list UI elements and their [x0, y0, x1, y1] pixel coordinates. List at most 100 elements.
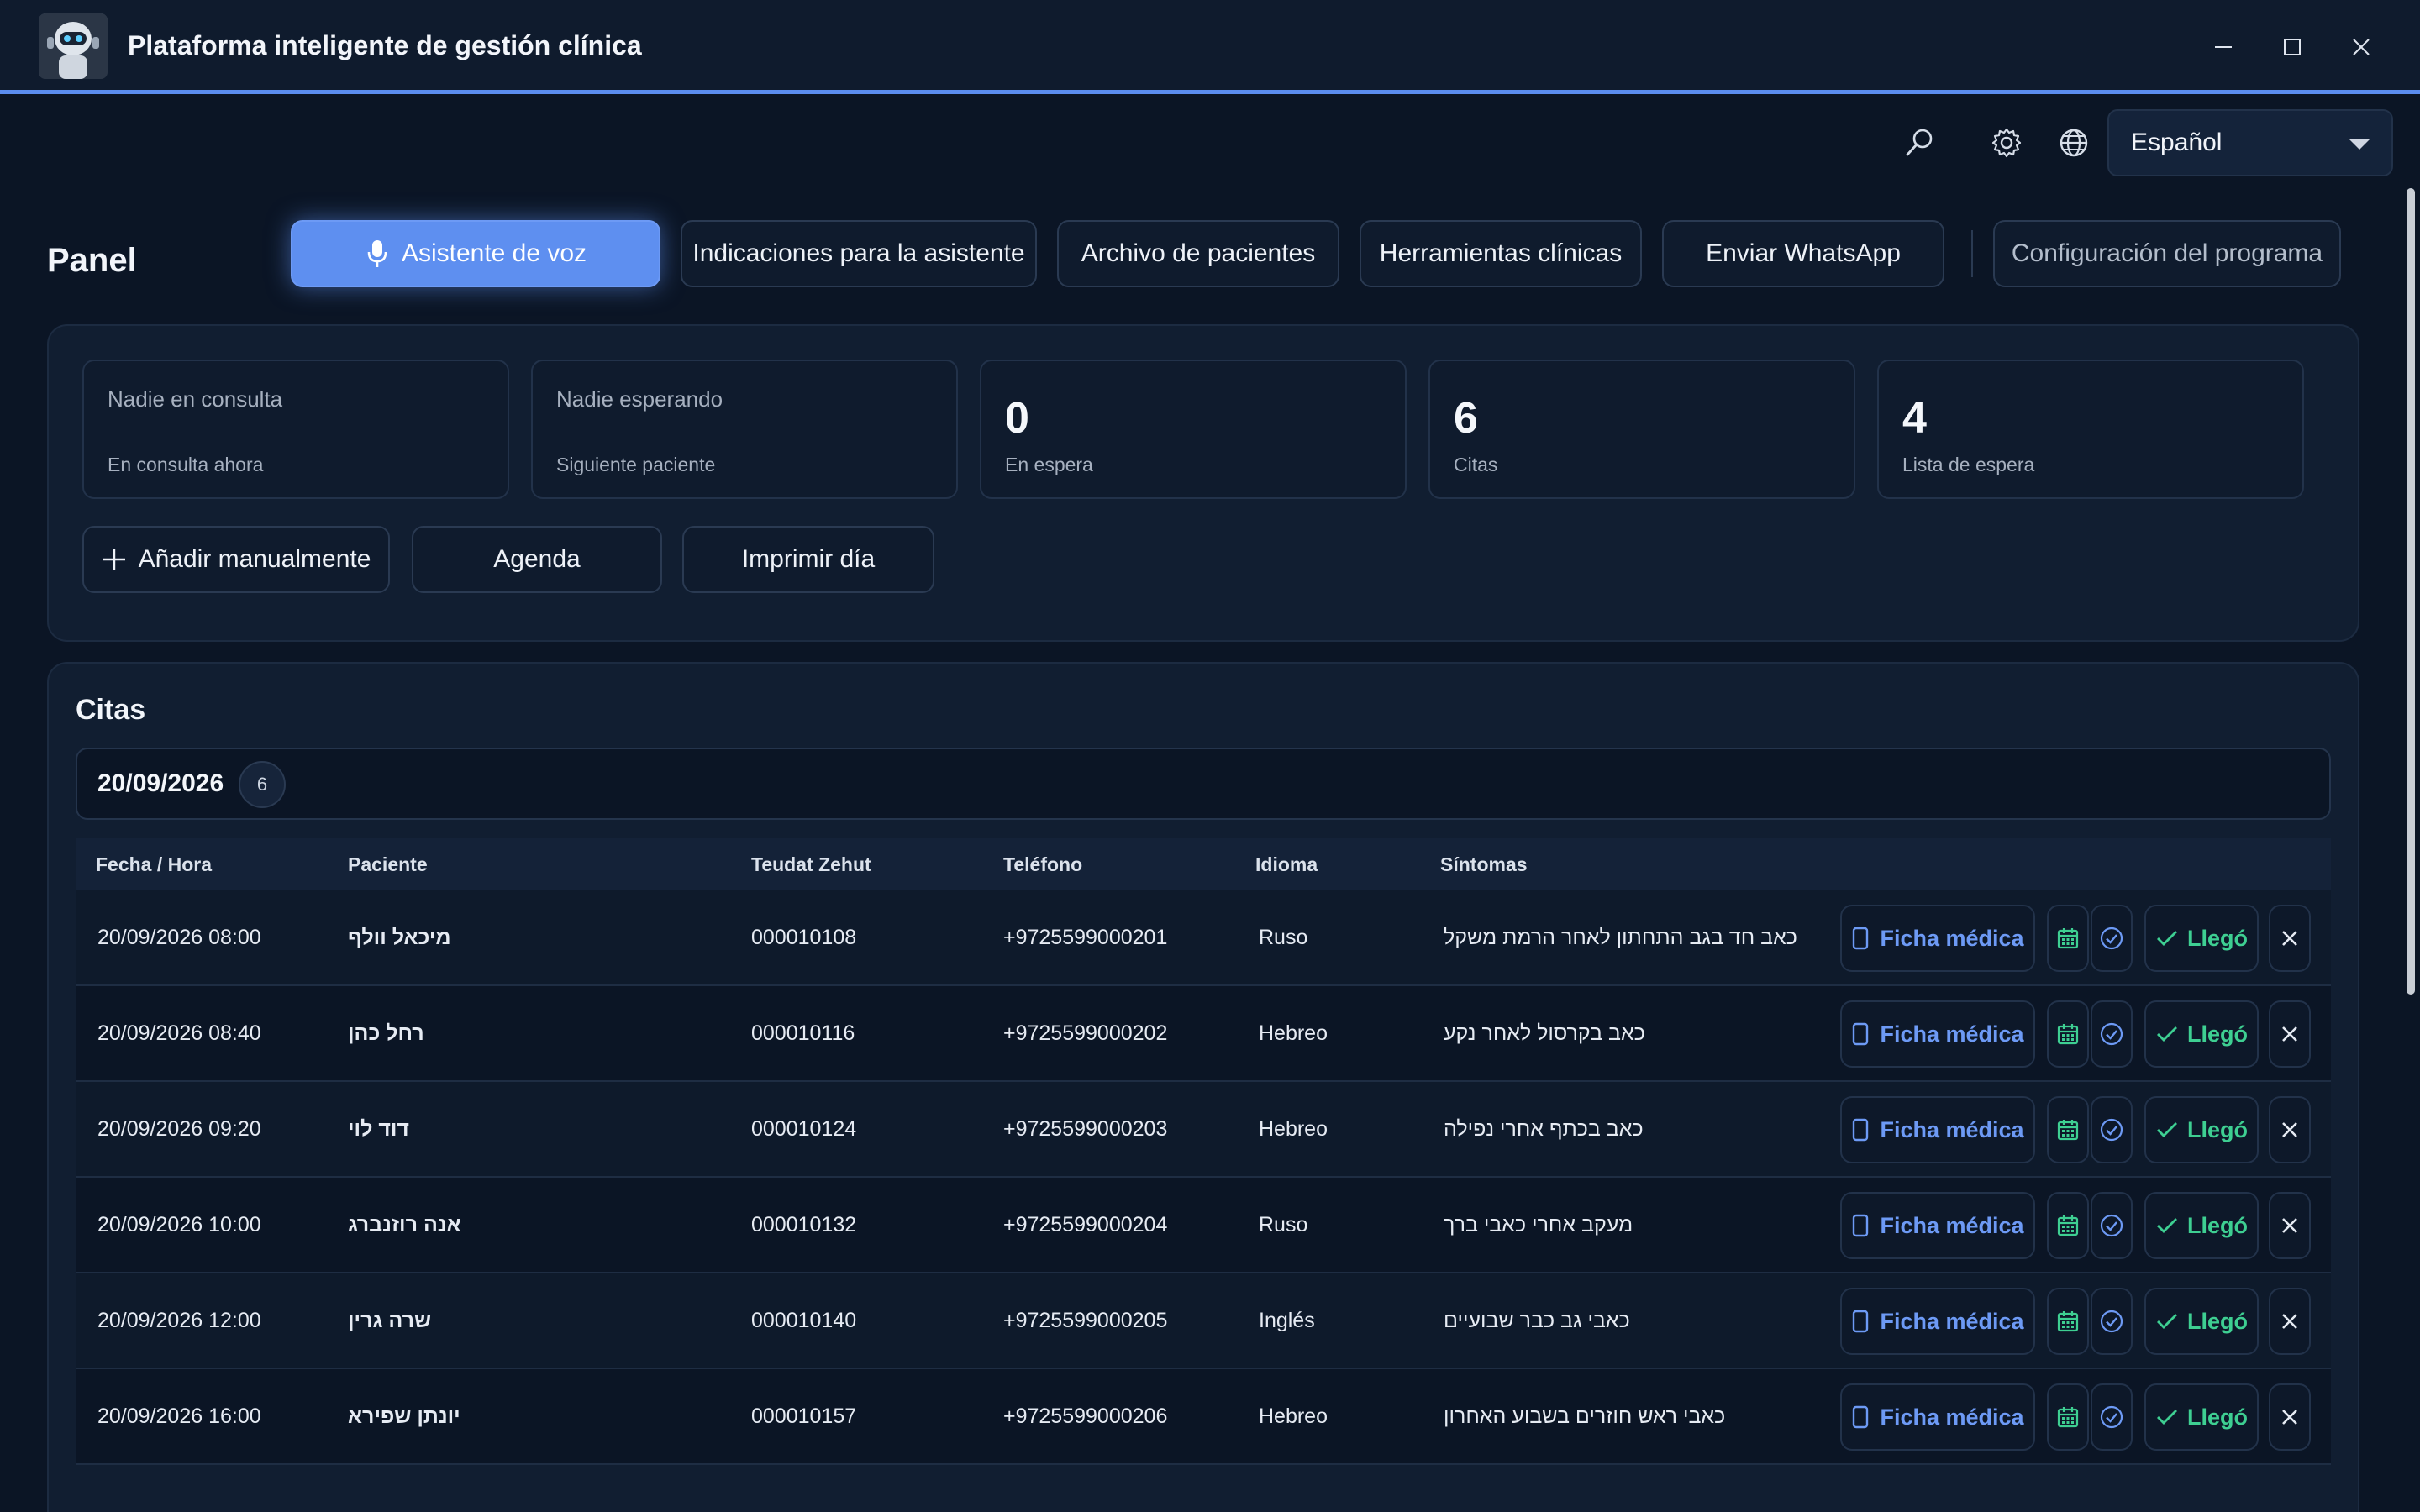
arrived-button[interactable]: Llegó: [2144, 905, 2259, 972]
reschedule-button[interactable]: [2047, 1288, 2089, 1355]
arrived-button[interactable]: Llegó: [2144, 1383, 2259, 1451]
medical-record-label: Ficha médica: [1880, 925, 2024, 951]
close-icon: [2282, 1410, 2297, 1425]
reschedule-button[interactable]: [2047, 905, 2089, 972]
search-button[interactable]: [1894, 118, 1944, 168]
cell-teudat-zehut: 000010124: [751, 1117, 857, 1141]
minimize-button[interactable]: [2196, 20, 2250, 74]
medical-record-button[interactable]: Ficha médica: [1840, 1000, 2035, 1068]
stat-card-next-patient: Nadie esperando Siguiente paciente: [531, 360, 958, 499]
cancel-appointment-button[interactable]: [2269, 905, 2311, 972]
reschedule-button[interactable]: [2047, 1383, 2089, 1451]
cancel-appointment-button[interactable]: [2269, 1383, 2311, 1451]
waiting-count: 0: [1005, 394, 1029, 443]
medical-record-button[interactable]: Ficha médica: [1840, 1288, 2035, 1355]
cancel-appointment-button[interactable]: [2269, 1192, 2311, 1259]
cancel-appointment-button[interactable]: [2269, 1288, 2311, 1355]
confirm-button[interactable]: [2091, 1192, 2133, 1259]
column-header-patient[interactable]: Paciente: [348, 853, 428, 876]
check-icon: [2157, 931, 2177, 946]
language-button[interactable]: [2049, 118, 2099, 168]
stat-card-waitlist: 4 Lista de espera: [1877, 360, 2304, 499]
cell-datetime: 20/09/2026 10:00: [97, 1213, 261, 1236]
arrived-button[interactable]: Llegó: [2144, 1192, 2259, 1259]
check-icon: [2157, 1314, 2177, 1329]
confirm-button[interactable]: [2091, 1383, 2133, 1451]
close-window-button[interactable]: [2334, 20, 2388, 74]
in-consult-label: En consulta ahora: [108, 454, 264, 475]
close-icon: [2282, 1218, 2297, 1233]
cell-datetime: 20/09/2026 08:40: [97, 1021, 261, 1045]
cell-teudat-zehut: 000010140: [751, 1309, 857, 1332]
close-icon: [2282, 1314, 2297, 1329]
column-header-language[interactable]: Idioma: [1255, 853, 1318, 876]
confirm-button[interactable]: [2091, 1000, 2133, 1068]
language-select[interactable]: Español: [2107, 109, 2393, 176]
reschedule-button[interactable]: [2047, 1000, 2089, 1068]
column-header-id[interactable]: Teudat Zehut: [751, 853, 871, 876]
medical-record-button[interactable]: Ficha médica: [1840, 1383, 2035, 1451]
cell-phone: +9725599000201: [1003, 926, 1168, 949]
check-icon: [2157, 1410, 2177, 1425]
cell-patient-name: דוד לוי: [348, 1117, 409, 1141]
patient-archive-button[interactable]: Archivo de pacientes: [1057, 220, 1339, 287]
confirm-button[interactable]: [2091, 1096, 2133, 1163]
cancel-appointment-button[interactable]: [2269, 1096, 2311, 1163]
column-header-symptoms[interactable]: Síntomas: [1440, 853, 1528, 876]
arrived-label: Llegó: [2187, 1212, 2248, 1238]
column-header-phone[interactable]: Teléfono: [1003, 853, 1082, 876]
print-day-label: Imprimir día: [741, 545, 876, 573]
program-settings-button[interactable]: Configuración del programa: [1993, 220, 2341, 287]
nav-divider: [1971, 230, 1973, 277]
calendar-icon: [2057, 1024, 2079, 1045]
scrollbar-thumb[interactable]: [2407, 188, 2415, 995]
cell-datetime: 20/09/2026 16:00: [97, 1404, 261, 1428]
microphone-icon: [367, 240, 387, 267]
add-manual-button[interactable]: Añadir manualmente: [82, 526, 390, 593]
calendar-icon: [2057, 1311, 2079, 1332]
voice-assistant-button[interactable]: Asistente de voz: [291, 220, 660, 287]
cell-patient-name: אנה רוזנברג: [348, 1213, 461, 1236]
check-icon: [2157, 1218, 2177, 1233]
arrived-button[interactable]: Llegó: [2144, 1096, 2259, 1163]
medical-record-button[interactable]: Ficha médica: [1840, 1096, 2035, 1163]
waitlist-label: Lista de espera: [1902, 454, 2035, 475]
language-select-value: Español: [2131, 129, 2223, 156]
date-group-header[interactable]: [76, 748, 2331, 820]
medical-record-button[interactable]: Ficha médica: [1840, 1192, 2035, 1259]
cell-symptoms: כאבי ראש חוזרים בשבוע האחרון: [1444, 1404, 1726, 1428]
settings-button[interactable]: [1981, 118, 2032, 168]
cancel-appointment-button[interactable]: [2269, 1000, 2311, 1068]
clinical-tools-button[interactable]: Herramientas clínicas: [1360, 220, 1642, 287]
send-whatsapp-button[interactable]: Enviar WhatsApp: [1662, 220, 1944, 287]
cell-phone: +9725599000203: [1003, 1117, 1168, 1141]
check-circle-icon: [2100, 1405, 2123, 1429]
document-icon: [1853, 1118, 1869, 1142]
maximize-button[interactable]: [2265, 20, 2319, 74]
reschedule-button[interactable]: [2047, 1192, 2089, 1259]
print-day-button[interactable]: Imprimir día: [682, 526, 934, 593]
cell-symptoms: מעקב אחרי כאבי ברך: [1444, 1213, 1634, 1236]
plus-icon: [103, 549, 125, 570]
column-header-datetime[interactable]: Fecha / Hora: [96, 853, 212, 876]
arrived-button[interactable]: Llegó: [2144, 1000, 2259, 1068]
confirm-button[interactable]: [2091, 905, 2133, 972]
reschedule-button[interactable]: [2047, 1096, 2089, 1163]
window-title: Plataforma inteligente de gestión clínic…: [128, 30, 642, 60]
cell-datetime: 20/09/2026 12:00: [97, 1309, 261, 1332]
assistant-instructions-button[interactable]: Indicaciones para la asistente: [681, 220, 1037, 287]
cell-patient-name: יונתן שפירא: [348, 1404, 460, 1428]
cell-teudat-zehut: 000010116: [751, 1021, 855, 1045]
check-circle-icon: [2100, 1310, 2123, 1333]
chevron-down-icon: [2349, 139, 2370, 150]
in-consult-status: Nadie en consulta: [108, 386, 283, 412]
medical-record-button[interactable]: Ficha médica: [1840, 905, 2035, 972]
agenda-button[interactable]: Agenda: [412, 526, 662, 593]
cell-language: Hebreo: [1259, 1021, 1328, 1045]
arrived-button[interactable]: Llegó: [2144, 1288, 2259, 1355]
add-manual-label: Añadir manualmente: [138, 545, 371, 573]
close-icon: [2282, 1026, 2297, 1042]
cell-phone: +9725599000204: [1003, 1213, 1168, 1236]
medical-record-label: Ficha médica: [1880, 1212, 2024, 1238]
confirm-button[interactable]: [2091, 1288, 2133, 1355]
